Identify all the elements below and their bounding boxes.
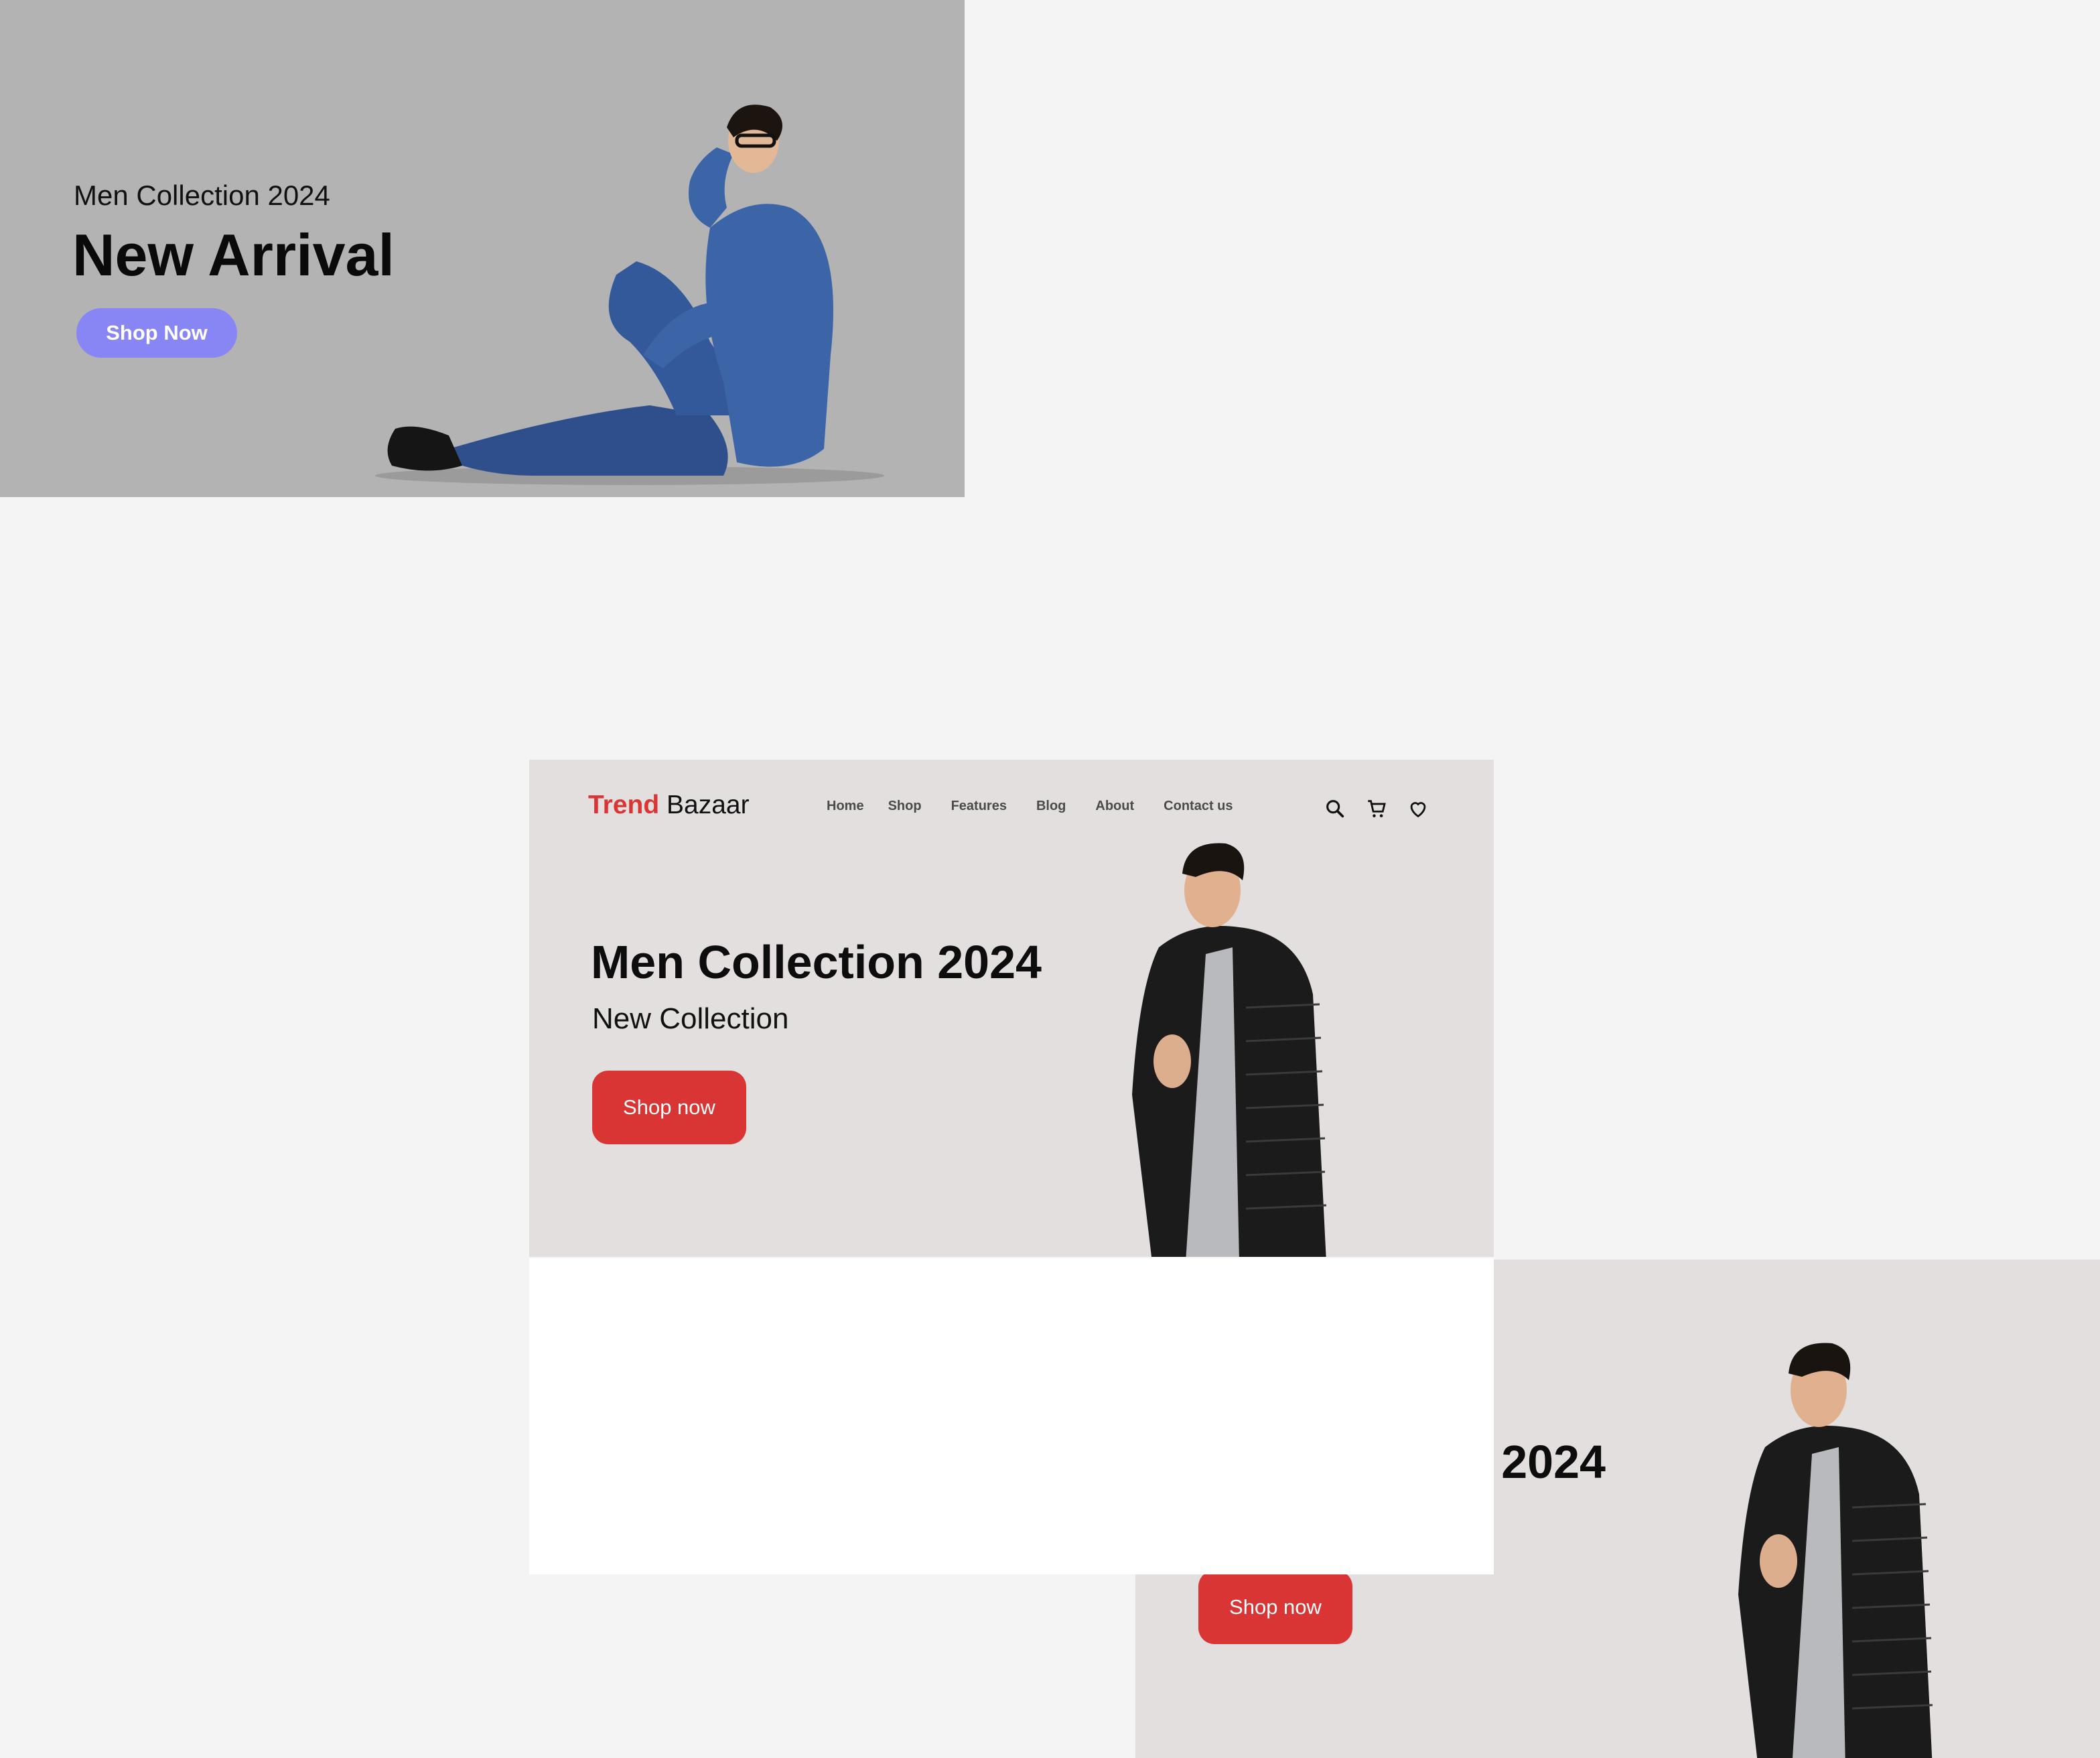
nav-shop[interactable]: Shop [888,799,922,814]
shop-now-button[interactable]: Shop now [592,1071,746,1144]
header-actions [1324,797,1429,820]
brand-primary: Trend [588,791,660,819]
hero-title: New Arrival [72,222,395,288]
nav-about[interactable]: About [1095,799,1134,814]
main-nav: Home Shop Features Blog About Contact us [827,799,1233,814]
nav-home[interactable]: Home [827,799,864,814]
model-image-jacket-man [1132,843,1327,1257]
hero-title: Men Collection 2024 [591,936,1042,988]
shop-now-button[interactable]: Shop Now [76,308,237,358]
hero-banner-new-arrival: Men Collection 2024 New Arrival Shop Now [0,0,965,497]
brand-secondary: Bazaar [667,791,750,819]
search-icon[interactable] [1324,797,1346,820]
model-image-sitting-man [375,105,884,485]
nav-blog[interactable]: Blog [1036,799,1066,814]
heart-icon[interactable] [1407,797,1429,820]
nav-features[interactable]: Features [951,799,1007,814]
brand-logo[interactable]: Trend Bazaar [588,791,750,820]
cart-icon[interactable] [1365,797,1388,820]
hero-subtitle: New Collection [592,1002,789,1035]
hero-subtitle: Men Collection 2024 [74,180,330,211]
hero-section-main: Trend Bazaar Home Shop Features Blog Abo… [529,760,1494,1257]
model-image-jacket-man [1738,1343,1933,1758]
blank-white-panel [529,1258,1494,1574]
nav-contact[interactable]: Contact us [1164,799,1233,814]
shop-now-button[interactable]: Shop now [1198,1570,1352,1644]
